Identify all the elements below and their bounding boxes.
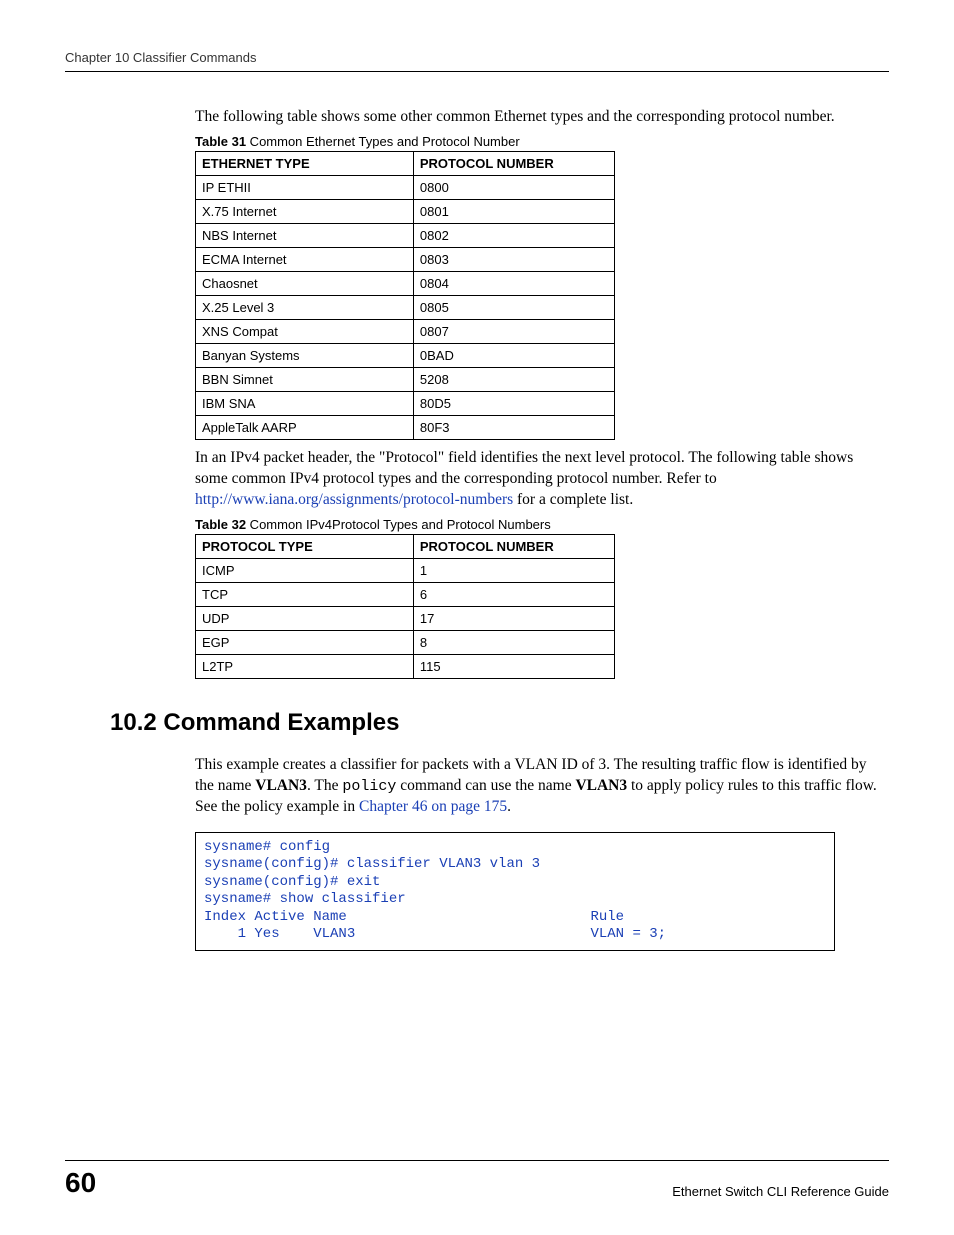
table-row: AppleTalk AARP80F3 (196, 415, 615, 439)
ethernet-type-cell: Chaosnet (196, 271, 414, 295)
example-bold1: VLAN3 (255, 777, 307, 794)
protocol-number-cell: 0800 (413, 175, 614, 199)
example-text2: . The (307, 777, 342, 794)
policy-command: policy (342, 778, 396, 795)
table32-header-col2: PROTOCOL NUMBER (413, 534, 614, 558)
protocol-number-cell: 0807 (413, 319, 614, 343)
table31-header-row: ETHERNET TYPE PROTOCOL NUMBER (196, 151, 615, 175)
chapter-label: Chapter 10 Classifier Commands (65, 50, 256, 65)
protocol-number-cell: 8 (413, 630, 614, 654)
example-text5: . (507, 798, 511, 815)
ethernet-type-cell: AppleTalk AARP (196, 415, 414, 439)
code-example: sysname# config sysname(config)# classif… (195, 832, 835, 951)
protocol-number-cell: 6 (413, 582, 614, 606)
protocol-number-cell: 0BAD (413, 343, 614, 367)
table31-caption-label: Table 31 (195, 134, 246, 149)
intro2-text2: for a complete list. (513, 491, 633, 508)
table31: ETHERNET TYPE PROTOCOL NUMBER IP ETHII08… (195, 151, 615, 440)
table-row: Banyan Systems0BAD (196, 343, 615, 367)
protocol-type-cell: UDP (196, 606, 414, 630)
protocol-number-cell: 0804 (413, 271, 614, 295)
protocol-number-cell: 0805 (413, 295, 614, 319)
ethernet-type-cell: ECMA Internet (196, 247, 414, 271)
protocol-number-cell: 5208 (413, 367, 614, 391)
table32-header-col1: PROTOCOL TYPE (196, 534, 414, 558)
ethernet-type-cell: X.25 Level 3 (196, 295, 414, 319)
intro2-text1: In an IPv4 packet header, the "Protocol"… (195, 449, 853, 487)
table32-caption-text: Common IPv4Protocol Types and Protocol N… (246, 517, 551, 532)
table32: PROTOCOL TYPE PROTOCOL NUMBER ICMP1TCP6U… (195, 534, 615, 679)
table-row: ECMA Internet0803 (196, 247, 615, 271)
protocol-number-cell: 0801 (413, 199, 614, 223)
protocol-type-cell: TCP (196, 582, 414, 606)
chapter-xref[interactable]: Chapter 46 on page 175 (359, 798, 507, 815)
intro-paragraph-2: In an IPv4 packet header, the "Protocol"… (195, 448, 889, 511)
table31-header-col1: ETHERNET TYPE (196, 151, 414, 175)
ethernet-type-cell: IP ETHII (196, 175, 414, 199)
section-content: This example creates a classifier for pa… (65, 755, 889, 951)
table-row: BBN Simnet5208 (196, 367, 615, 391)
ethernet-type-cell: IBM SNA (196, 391, 414, 415)
table-row: L2TP115 (196, 654, 615, 678)
iana-link[interactable]: http://www.iana.org/assignments/protocol… (195, 491, 513, 508)
table31-caption: Table 31 Common Ethernet Types and Proto… (195, 134, 889, 149)
table31-caption-text: Common Ethernet Types and Protocol Numbe… (246, 134, 520, 149)
table-row: UDP17 (196, 606, 615, 630)
example-paragraph: This example creates a classifier for pa… (195, 755, 889, 818)
ethernet-type-cell: BBN Simnet (196, 367, 414, 391)
protocol-number-cell: 1 (413, 558, 614, 582)
table-row: ICMP1 (196, 558, 615, 582)
table-row: EGP8 (196, 630, 615, 654)
table32-caption-label: Table 32 (195, 517, 246, 532)
page-footer: 60 Ethernet Switch CLI Reference Guide (65, 1160, 889, 1199)
table32-caption: Table 32 Common IPv4Protocol Types and P… (195, 517, 889, 532)
page-header: Chapter 10 Classifier Commands (65, 50, 889, 72)
protocol-number-cell: 0803 (413, 247, 614, 271)
table-row: NBS Internet0802 (196, 223, 615, 247)
protocol-number-cell: 80D5 (413, 391, 614, 415)
protocol-number-cell: 0802 (413, 223, 614, 247)
page-number: 60 (65, 1167, 96, 1199)
main-content: The following table shows some other com… (65, 107, 889, 679)
example-text3: command can use the name (396, 777, 575, 794)
ethernet-type-cell: Banyan Systems (196, 343, 414, 367)
table-row: IBM SNA80D5 (196, 391, 615, 415)
protocol-number-cell: 17 (413, 606, 614, 630)
table-row: IP ETHII0800 (196, 175, 615, 199)
ethernet-type-cell: X.75 Internet (196, 199, 414, 223)
table31-header-col2: PROTOCOL NUMBER (413, 151, 614, 175)
protocol-type-cell: L2TP (196, 654, 414, 678)
table32-header-row: PROTOCOL TYPE PROTOCOL NUMBER (196, 534, 615, 558)
section-heading: 10.2 Command Examples (110, 709, 889, 737)
intro-paragraph-1: The following table shows some other com… (195, 107, 889, 128)
table-row: XNS Compat0807 (196, 319, 615, 343)
protocol-number-cell: 115 (413, 654, 614, 678)
ethernet-type-cell: NBS Internet (196, 223, 414, 247)
footer-title: Ethernet Switch CLI Reference Guide (672, 1184, 889, 1199)
protocol-number-cell: 80F3 (413, 415, 614, 439)
table-row: Chaosnet0804 (196, 271, 615, 295)
ethernet-type-cell: XNS Compat (196, 319, 414, 343)
protocol-type-cell: ICMP (196, 558, 414, 582)
table-row: X.75 Internet0801 (196, 199, 615, 223)
table-row: TCP6 (196, 582, 615, 606)
table-row: X.25 Level 30805 (196, 295, 615, 319)
example-bold2: VLAN3 (575, 777, 627, 794)
protocol-type-cell: EGP (196, 630, 414, 654)
